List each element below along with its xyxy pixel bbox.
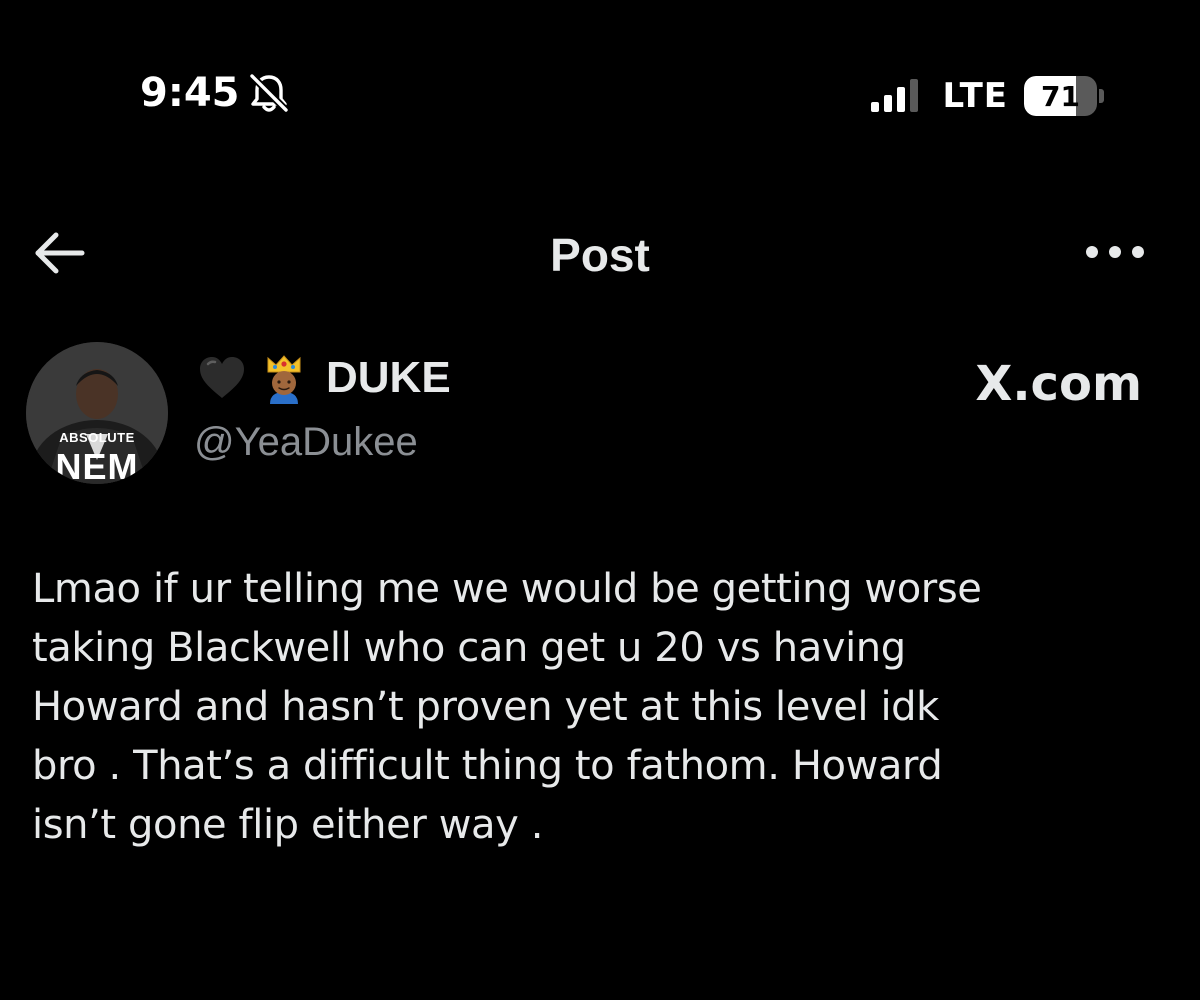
avatar-caption: ABSOLUTE — [59, 430, 135, 445]
black-heart-icon — [196, 352, 248, 404]
status-right-group: LTE 71 — [869, 74, 1104, 118]
signal-icon — [869, 76, 927, 116]
more-icon — [1080, 242, 1150, 267]
network-type: LTE — [942, 76, 1008, 116]
post-text-line: Howard and hasn’t proven yet at this lev… — [32, 684, 939, 730]
crown-person-icon — [258, 352, 310, 404]
bell-slash-icon — [246, 70, 292, 116]
status-bar: 9:45 LTE 71 — [0, 0, 1200, 160]
post-text-line: isn’t gone flip either way . — [32, 802, 544, 848]
status-time: 9:45 — [140, 70, 240, 116]
status-time-group: 9:45 — [140, 70, 292, 116]
battery-level: 71 — [1041, 79, 1081, 113]
battery-body: 71 — [1024, 76, 1098, 116]
avatar[interactable]: ABSOLUTE NEM — [26, 342, 168, 484]
battery-icon: 71 — [1024, 74, 1104, 118]
nav-bar: Post — [0, 210, 1200, 300]
avatar-brand: NEM — [55, 446, 139, 484]
author-display-name: DUKE — [326, 353, 451, 402]
battery-cap — [1099, 89, 1104, 103]
post-text-line: Lmao if ur telling me we would be gettin… — [32, 566, 982, 612]
post-text-line: taking Blackwell who can get u 20 vs hav… — [32, 625, 906, 671]
more-options-button[interactable] — [1080, 232, 1150, 276]
page-title: Post — [550, 229, 650, 281]
author-name-line[interactable]: DUKE — [196, 352, 451, 404]
post-text: Lmao if ur telling me we would be gettin… — [32, 560, 1182, 855]
author-row: ABSOLUTE NEM DUKE @YeaDukee X.com — [0, 320, 1200, 500]
x-com-watermark: X.com — [975, 356, 1142, 412]
author-handle[interactable]: @YeaDukee — [194, 420, 418, 465]
post-text-line: bro . That’s a difficult thing to fathom… — [32, 743, 943, 789]
